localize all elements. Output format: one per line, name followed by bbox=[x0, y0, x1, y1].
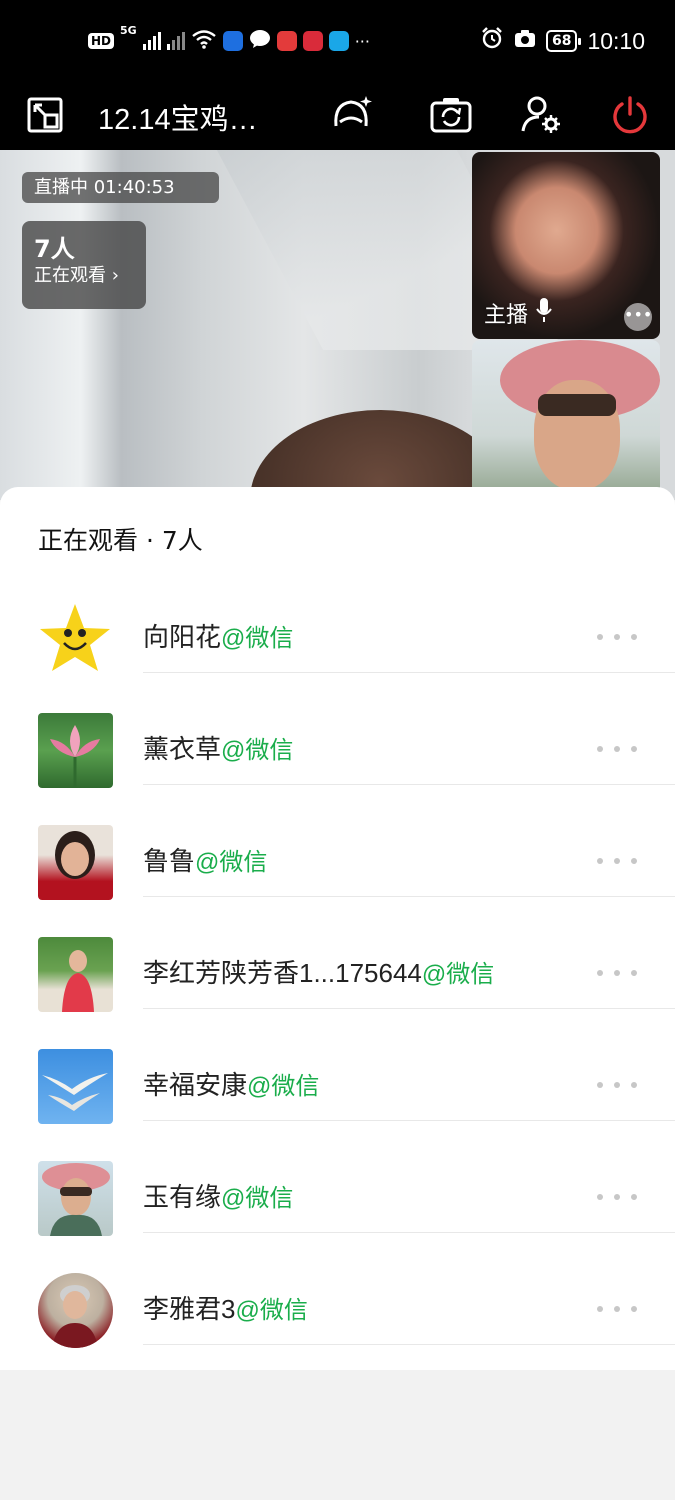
more-options-icon[interactable] bbox=[597, 625, 637, 649]
viewer-source: @微信 bbox=[421, 961, 495, 988]
guest-glasses bbox=[538, 394, 616, 416]
more-options-icon[interactable] bbox=[597, 849, 637, 873]
camera-status-icon bbox=[514, 28, 536, 54]
viewer-name: 李红芳陕芳香1...175644 bbox=[143, 958, 422, 988]
viewer-count: 7人 bbox=[34, 235, 75, 263]
viewer-name: 鲁鲁 bbox=[143, 846, 196, 876]
viewer-name: 幸福安康 bbox=[143, 1070, 248, 1100]
viewer-count-button[interactable]: 7人 正在观看 › bbox=[22, 221, 146, 309]
viewer-name: 薰衣草 bbox=[143, 734, 222, 764]
more-options-icon[interactable] bbox=[597, 737, 637, 761]
clock: 10:10 bbox=[587, 27, 645, 54]
viewer-source: @微信 bbox=[221, 625, 294, 652]
viewer-name-line: 鲁鲁@微信 bbox=[143, 841, 267, 878]
viewer-name: 向阳花 bbox=[143, 622, 222, 652]
chat-app-icon bbox=[249, 29, 271, 53]
avatar bbox=[38, 825, 113, 900]
viewer-name: 玉有缘 bbox=[143, 1182, 222, 1212]
viewer-label: 正在观看 › bbox=[34, 263, 134, 289]
divider bbox=[143, 1344, 675, 1345]
avatar bbox=[38, 601, 113, 676]
viewer-source: @微信 bbox=[221, 1185, 294, 1212]
more-icon[interactable]: ••• bbox=[624, 303, 652, 331]
viewers-panel: 正在观看 · 7人 向阳花@微信 薰衣草@微信 鲁鲁@微信 李红芳陕芳香1...… bbox=[0, 487, 675, 1370]
user-settings-icon[interactable] bbox=[518, 92, 564, 138]
hd-badge: HD bbox=[88, 33, 115, 49]
bulb-app-icon bbox=[222, 31, 243, 51]
viewer-name-line: 向阳花@微信 bbox=[143, 617, 293, 654]
status-right: 68 10:10 bbox=[480, 24, 645, 58]
viewer-source: @微信 bbox=[247, 1073, 320, 1100]
signal-icon bbox=[142, 32, 161, 50]
switch-camera-icon[interactable] bbox=[428, 92, 474, 138]
live-video-view[interactable]: 直播中 01:40:53 7人 正在观看 › 主播 ••• bbox=[0, 150, 675, 500]
viewer-name-line: 李雅君3@微信 bbox=[143, 1289, 308, 1326]
network-type: 5G bbox=[120, 24, 137, 37]
viewer-row[interactable]: 玉有缘@微信 bbox=[0, 1121, 675, 1236]
battery-indicator: 68 bbox=[545, 30, 582, 52]
more-notifications-icon: ··· bbox=[354, 31, 370, 51]
viewer-name: 李雅君3 bbox=[143, 1294, 236, 1324]
viewer-row[interactable]: 幸福安康@微信 bbox=[0, 1009, 675, 1124]
viewer-name-line: 幸福安康@微信 bbox=[143, 1065, 319, 1102]
viewer-row[interactable]: 李红芳陕芳香1...175644@微信 bbox=[0, 897, 675, 1012]
wifi-icon bbox=[191, 29, 217, 53]
more-options-icon[interactable] bbox=[597, 961, 637, 985]
guest-video-thumbnail[interactable] bbox=[472, 340, 660, 500]
heart-app-icon bbox=[302, 31, 323, 51]
host-label-text: 主播 bbox=[484, 303, 529, 328]
live-title: 12.14宝鸡… bbox=[98, 104, 258, 136]
search-app-icon bbox=[328, 31, 349, 51]
avatar bbox=[38, 1161, 113, 1236]
live-status-badge: 直播中 01:40:53 bbox=[22, 172, 219, 203]
microphone-icon bbox=[536, 297, 552, 329]
beauty-effect-icon[interactable] bbox=[328, 92, 374, 138]
avatar bbox=[38, 1273, 113, 1348]
viewer-source: @微信 bbox=[195, 849, 268, 876]
viewer-row[interactable]: 向阳花@微信 bbox=[0, 561, 675, 676]
minimize-window-icon[interactable] bbox=[22, 92, 68, 138]
viewer-source: @微信 bbox=[235, 1297, 308, 1324]
host-video-thumbnail[interactable]: 主播 ••• bbox=[472, 152, 660, 339]
avatar bbox=[38, 713, 113, 788]
viewer-row[interactable]: 李雅君3@微信 bbox=[0, 1233, 675, 1348]
viewer-name-line: 玉有缘@微信 bbox=[143, 1177, 293, 1214]
status-left: HD 5G ··· bbox=[88, 24, 370, 58]
viewer-name-line: 李红芳陕芳香1...175644@微信 bbox=[143, 953, 494, 990]
more-options-icon[interactable] bbox=[597, 1073, 637, 1097]
viewer-name-line: 薰衣草@微信 bbox=[143, 729, 293, 766]
chevron-right-icon: › bbox=[111, 265, 119, 286]
signal-icon-2 bbox=[166, 32, 185, 50]
live-title-bar: 12.14宝鸡… bbox=[0, 82, 675, 150]
alarm-icon bbox=[480, 26, 504, 56]
more-options-icon[interactable] bbox=[597, 1185, 637, 1209]
viewers-panel-title: 正在观看 · 7人 bbox=[38, 526, 203, 555]
power-end-live-icon[interactable] bbox=[607, 92, 653, 138]
viewer-label-text: 正在观看 bbox=[34, 265, 106, 286]
viewer-row[interactable]: 鲁鲁@微信 bbox=[0, 785, 675, 900]
live-stream-screen: HD 5G ··· 68 10:10 12.14宝鸡… 直播中 01:40:53… bbox=[0, 0, 675, 1500]
more-options-icon[interactable] bbox=[597, 1297, 637, 1321]
host-label: 主播 bbox=[484, 297, 552, 329]
viewer-source: @微信 bbox=[221, 737, 294, 764]
avatar bbox=[38, 1049, 113, 1124]
viewer-row[interactable]: 薰衣草@微信 bbox=[0, 673, 675, 788]
avatar bbox=[38, 937, 113, 1012]
book-app-icon bbox=[276, 31, 297, 51]
status-bar: HD 5G ··· 68 10:10 bbox=[0, 0, 675, 82]
